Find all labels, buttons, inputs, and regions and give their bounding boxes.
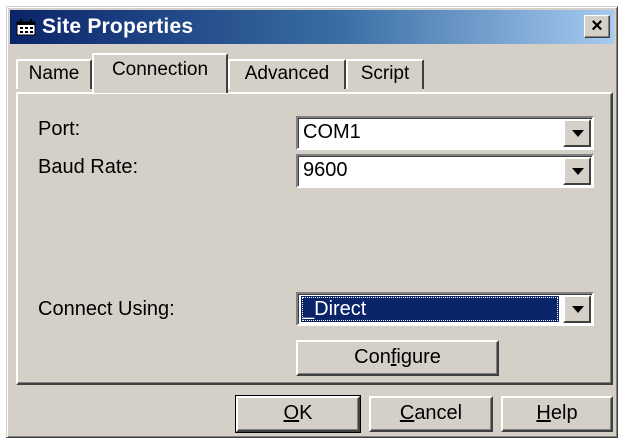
baud-rate-select[interactable]: 9600 — [296, 154, 594, 188]
baud-rate-value: 9600 — [303, 159, 348, 181]
tab-strip-line — [16, 92, 446, 94]
tab-connection-label: Connection — [111, 59, 209, 80]
site-properties-dialog: Site Properties × Name Connection Advanc… — [6, 6, 618, 438]
configure-label-start: Con — [354, 346, 391, 368]
configure-label-end: igure — [396, 346, 441, 368]
help-button[interactable]: Help — [501, 396, 613, 432]
connect-using-label: Connect Using: — [38, 298, 175, 320]
port-label: Port: — [38, 118, 81, 140]
cancel-accel-key: C — [399, 402, 415, 424]
help-label: elp — [550, 402, 578, 424]
port-select[interactable]: COM1 — [296, 116, 594, 150]
close-icon: × — [591, 15, 603, 37]
tab-script-label: Script — [360, 63, 410, 84]
tab-advanced[interactable]: Advanced — [228, 59, 346, 89]
tab-advanced-label: Advanced — [244, 63, 330, 84]
tab-connection[interactable]: Connection — [92, 53, 228, 93]
site-properties-icon — [16, 19, 36, 36]
connect-using-value: _Direct — [301, 296, 559, 322]
chevron-down-icon[interactable] — [563, 157, 591, 185]
window-title: Site Properties — [42, 15, 194, 38]
close-button[interactable]: × — [584, 15, 610, 38]
chevron-down-icon[interactable] — [563, 119, 591, 147]
connection-panel: Port: COM1 Baud Rate: 9600 Connect Using… — [16, 92, 613, 385]
cancel-button[interactable]: Cancel — [369, 396, 493, 432]
connect-using-select[interactable]: _Direct — [296, 292, 594, 326]
title-bar[interactable]: Site Properties × — [10, 10, 614, 44]
tab-name[interactable]: Name — [16, 59, 92, 89]
tab-strip: Name Connection Advanced Script — [16, 51, 446, 94]
help-accel-key: H — [536, 402, 551, 424]
cancel-label: ancel — [414, 402, 463, 424]
tab-script[interactable]: Script — [346, 59, 424, 89]
ok-button[interactable]: OK — [235, 395, 361, 433]
ok-label: K — [299, 402, 313, 424]
chevron-down-icon[interactable] — [563, 295, 591, 323]
port-value: COM1 — [303, 121, 361, 143]
ok-accel-key: O — [283, 402, 300, 424]
configure-button[interactable]: Configure — [296, 340, 499, 376]
baud-rate-label: Baud Rate: — [38, 156, 139, 178]
tab-name-label: Name — [28, 63, 80, 84]
